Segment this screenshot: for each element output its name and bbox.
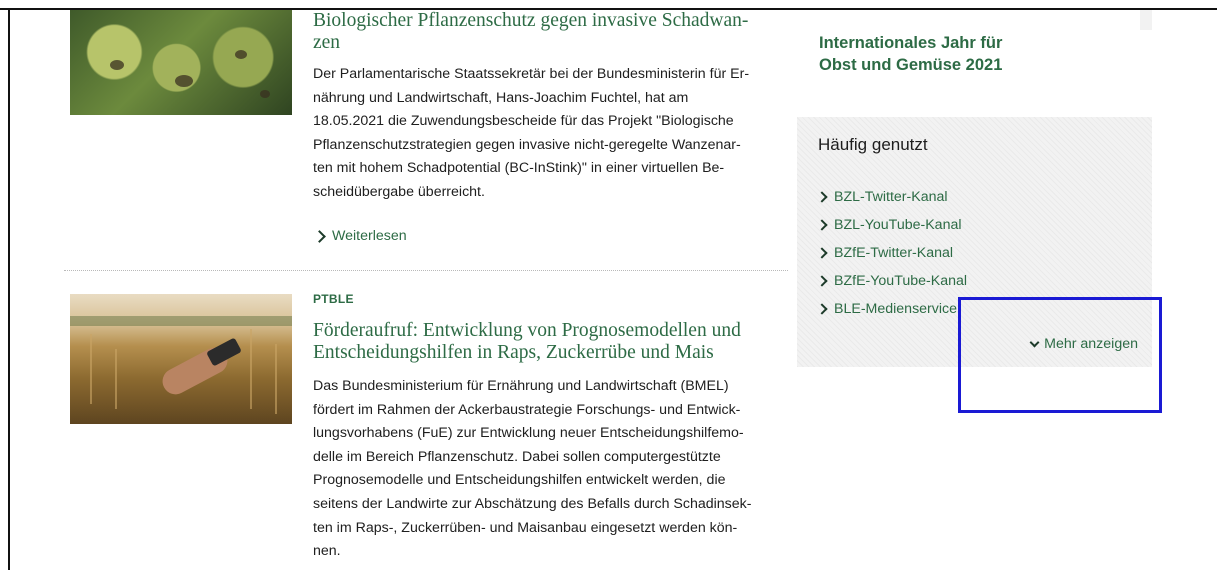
show-more-button[interactable]: Mehr anzeigen — [1029, 336, 1138, 352]
chevron-right-icon — [816, 191, 828, 203]
box-title: Häufig genutzt — [818, 135, 928, 154]
sidebar-link-label: BZfE-YouTube-Kanal — [834, 273, 968, 289]
sidebar-link-bzl-youtube[interactable]: BZL-YouTube-Kanal — [816, 211, 967, 239]
article-title[interactable]: Biologischer Pflanzenschutz gegen invasi… — [313, 10, 793, 54]
sidebar-link-bzfe-youtube[interactable]: BZfE-YouTube-Kanal — [816, 267, 967, 295]
sidebar-link-label: BZfE-Twitter-Kanal — [834, 245, 954, 261]
chevron-right-icon — [816, 219, 828, 231]
frequently-used-list: BZL-Twitter-Kanal BZL-YouTube-Kanal BZfE… — [816, 183, 967, 323]
article-image-apples[interactable] — [70, 10, 292, 115]
article-title[interactable]: Förderaufruf: Entwicklung von Prognosemo… — [313, 320, 793, 364]
sidebar-link-label: BLE-Medienservice — [834, 301, 958, 317]
sidebar-link-ble-medienservice[interactable]: BLE-Medienservice — [816, 295, 967, 323]
article-divider — [64, 270, 788, 271]
chevron-right-icon — [816, 275, 828, 287]
chevron-down-icon — [1029, 337, 1040, 347]
chevron-right-icon — [816, 303, 828, 315]
sidebar-link-label: BZL-YouTube-Kanal — [834, 217, 962, 233]
chevron-right-icon — [816, 247, 828, 259]
read-more-link[interactable]: Weiterlesen — [313, 228, 407, 244]
article-image-wheat-field[interactable] — [70, 294, 292, 424]
sidebar-link-bzl-twitter[interactable]: BZL-Twitter-Kanal — [816, 183, 967, 211]
sidebar-heading-link[interactable]: Internationales Jahr für Obst und Gemüse… — [819, 32, 1139, 76]
sidebar-link-bzfe-twitter[interactable]: BZfE-Twitter-Kanal — [816, 239, 967, 267]
sidebar-top-box-edge — [1140, 10, 1152, 30]
article-kicker: PTBLE — [313, 292, 354, 306]
frequently-used-box: Häufig genutzt BZL-Twitter-Kanal BZL-You… — [797, 117, 1152, 367]
frame-left-border — [8, 8, 10, 570]
article-teaser: Das Bundesministerium für Ernährung und … — [313, 378, 752, 560]
chevron-right-icon — [313, 229, 326, 243]
read-more-label: Weiterlesen — [332, 228, 407, 244]
sidebar-link-label: BZL-Twitter-Kanal — [834, 189, 948, 205]
article-teaser: Der Parlamentarische Staatssekretär bei … — [313, 66, 750, 200]
show-more-label: Mehr anzeigen — [1044, 336, 1138, 352]
